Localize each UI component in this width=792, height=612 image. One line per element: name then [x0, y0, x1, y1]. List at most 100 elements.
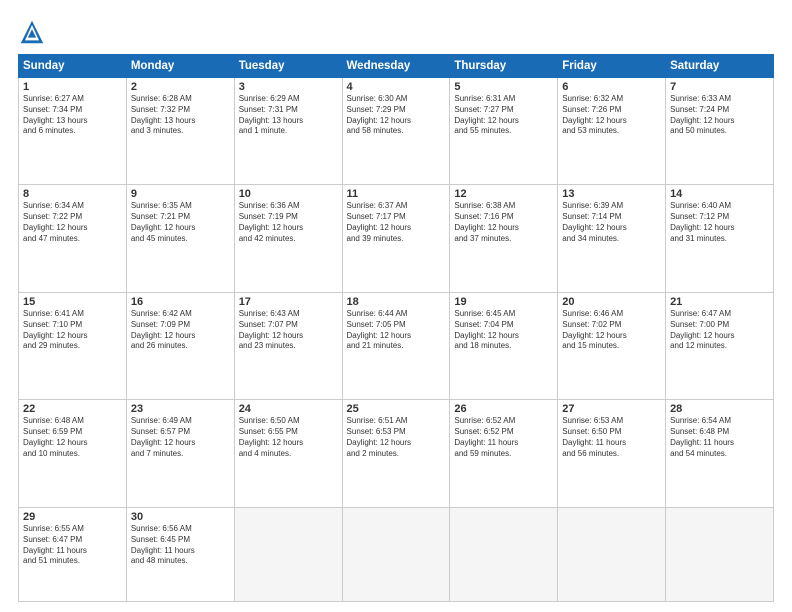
day-info: Sunrise: 6:51 AM Sunset: 6:53 PM Dayligh…: [347, 416, 446, 459]
day-number: 26: [454, 403, 553, 415]
day-header-tuesday: Tuesday: [234, 55, 342, 78]
day-info: Sunrise: 6:41 AM Sunset: 7:10 PM Dayligh…: [23, 309, 122, 352]
day-number: 17: [239, 296, 338, 308]
day-number: 6: [562, 81, 661, 93]
day-info: Sunrise: 6:37 AM Sunset: 7:17 PM Dayligh…: [347, 201, 446, 244]
calendar-week-2: 8Sunrise: 6:34 AM Sunset: 7:22 PM Daylig…: [19, 185, 774, 292]
calendar-cell: 25Sunrise: 6:51 AM Sunset: 6:53 PM Dayli…: [342, 400, 450, 507]
calendar-cell: 3Sunrise: 6:29 AM Sunset: 7:31 PM Daylig…: [234, 78, 342, 185]
day-info: Sunrise: 6:33 AM Sunset: 7:24 PM Dayligh…: [670, 94, 769, 137]
calendar-cell: 15Sunrise: 6:41 AM Sunset: 7:10 PM Dayli…: [19, 292, 127, 399]
day-info: Sunrise: 6:46 AM Sunset: 7:02 PM Dayligh…: [562, 309, 661, 352]
calendar-cell: 23Sunrise: 6:49 AM Sunset: 6:57 PM Dayli…: [126, 400, 234, 507]
day-number: 25: [347, 403, 446, 415]
day-number: 11: [347, 188, 446, 200]
day-info: Sunrise: 6:48 AM Sunset: 6:59 PM Dayligh…: [23, 416, 122, 459]
calendar-cell: 8Sunrise: 6:34 AM Sunset: 7:22 PM Daylig…: [19, 185, 127, 292]
calendar-cell: 1Sunrise: 6:27 AM Sunset: 7:34 PM Daylig…: [19, 78, 127, 185]
day-info: Sunrise: 6:44 AM Sunset: 7:05 PM Dayligh…: [347, 309, 446, 352]
day-info: Sunrise: 6:39 AM Sunset: 7:14 PM Dayligh…: [562, 201, 661, 244]
day-info: Sunrise: 6:42 AM Sunset: 7:09 PM Dayligh…: [131, 309, 230, 352]
day-info: Sunrise: 6:55 AM Sunset: 6:47 PM Dayligh…: [23, 524, 122, 567]
day-info: Sunrise: 6:30 AM Sunset: 7:29 PM Dayligh…: [347, 94, 446, 137]
day-number: 16: [131, 296, 230, 308]
header: [18, 18, 774, 46]
day-info: Sunrise: 6:50 AM Sunset: 6:55 PM Dayligh…: [239, 416, 338, 459]
calendar-cell: 14Sunrise: 6:40 AM Sunset: 7:12 PM Dayli…: [666, 185, 774, 292]
day-number: 4: [347, 81, 446, 93]
day-header-wednesday: Wednesday: [342, 55, 450, 78]
calendar-cell: 16Sunrise: 6:42 AM Sunset: 7:09 PM Dayli…: [126, 292, 234, 399]
day-header-monday: Monday: [126, 55, 234, 78]
calendar-cell: 30Sunrise: 6:56 AM Sunset: 6:45 PM Dayli…: [126, 507, 234, 601]
day-info: Sunrise: 6:28 AM Sunset: 7:32 PM Dayligh…: [131, 94, 230, 137]
day-info: Sunrise: 6:31 AM Sunset: 7:27 PM Dayligh…: [454, 94, 553, 137]
day-info: Sunrise: 6:43 AM Sunset: 7:07 PM Dayligh…: [239, 309, 338, 352]
day-number: 15: [23, 296, 122, 308]
day-info: Sunrise: 6:47 AM Sunset: 7:00 PM Dayligh…: [670, 309, 769, 352]
day-number: 10: [239, 188, 338, 200]
day-header-friday: Friday: [558, 55, 666, 78]
day-number: 1: [23, 81, 122, 93]
calendar-cell: 10Sunrise: 6:36 AM Sunset: 7:19 PM Dayli…: [234, 185, 342, 292]
day-number: 7: [670, 81, 769, 93]
day-info: Sunrise: 6:45 AM Sunset: 7:04 PM Dayligh…: [454, 309, 553, 352]
calendar-week-1: 1Sunrise: 6:27 AM Sunset: 7:34 PM Daylig…: [19, 78, 774, 185]
day-header-thursday: Thursday: [450, 55, 558, 78]
calendar-cell: 26Sunrise: 6:52 AM Sunset: 6:52 PM Dayli…: [450, 400, 558, 507]
calendar-week-5: 29Sunrise: 6:55 AM Sunset: 6:47 PM Dayli…: [19, 507, 774, 601]
day-number: 20: [562, 296, 661, 308]
day-info: Sunrise: 6:54 AM Sunset: 6:48 PM Dayligh…: [670, 416, 769, 459]
calendar-cell: 2Sunrise: 6:28 AM Sunset: 7:32 PM Daylig…: [126, 78, 234, 185]
calendar-cell: [342, 507, 450, 601]
day-number: 30: [131, 511, 230, 523]
calendar-cell: [558, 507, 666, 601]
day-number: 3: [239, 81, 338, 93]
day-info: Sunrise: 6:32 AM Sunset: 7:26 PM Dayligh…: [562, 94, 661, 137]
day-info: Sunrise: 6:35 AM Sunset: 7:21 PM Dayligh…: [131, 201, 230, 244]
calendar-cell: 29Sunrise: 6:55 AM Sunset: 6:47 PM Dayli…: [19, 507, 127, 601]
calendar-cell: 28Sunrise: 6:54 AM Sunset: 6:48 PM Dayli…: [666, 400, 774, 507]
calendar-table: SundayMondayTuesdayWednesdayThursdayFrid…: [18, 54, 774, 602]
day-info: Sunrise: 6:34 AM Sunset: 7:22 PM Dayligh…: [23, 201, 122, 244]
day-info: Sunrise: 6:49 AM Sunset: 6:57 PM Dayligh…: [131, 416, 230, 459]
day-number: 14: [670, 188, 769, 200]
calendar-cell: 12Sunrise: 6:38 AM Sunset: 7:16 PM Dayli…: [450, 185, 558, 292]
day-header-sunday: Sunday: [19, 55, 127, 78]
calendar-cell: 27Sunrise: 6:53 AM Sunset: 6:50 PM Dayli…: [558, 400, 666, 507]
calendar-cell: 7Sunrise: 6:33 AM Sunset: 7:24 PM Daylig…: [666, 78, 774, 185]
day-info: Sunrise: 6:36 AM Sunset: 7:19 PM Dayligh…: [239, 201, 338, 244]
day-number: 19: [454, 296, 553, 308]
day-number: 21: [670, 296, 769, 308]
calendar-cell: 19Sunrise: 6:45 AM Sunset: 7:04 PM Dayli…: [450, 292, 558, 399]
calendar-cell: 20Sunrise: 6:46 AM Sunset: 7:02 PM Dayli…: [558, 292, 666, 399]
day-info: Sunrise: 6:52 AM Sunset: 6:52 PM Dayligh…: [454, 416, 553, 459]
day-info: Sunrise: 6:56 AM Sunset: 6:45 PM Dayligh…: [131, 524, 230, 567]
day-number: 23: [131, 403, 230, 415]
day-number: 9: [131, 188, 230, 200]
calendar-cell: [450, 507, 558, 601]
page: SundayMondayTuesdayWednesdayThursdayFrid…: [0, 0, 792, 612]
calendar-cell: 13Sunrise: 6:39 AM Sunset: 7:14 PM Dayli…: [558, 185, 666, 292]
calendar-cell: 6Sunrise: 6:32 AM Sunset: 7:26 PM Daylig…: [558, 78, 666, 185]
calendar-cell: 4Sunrise: 6:30 AM Sunset: 7:29 PM Daylig…: [342, 78, 450, 185]
day-info: Sunrise: 6:53 AM Sunset: 6:50 PM Dayligh…: [562, 416, 661, 459]
calendar-cell: 17Sunrise: 6:43 AM Sunset: 7:07 PM Dayli…: [234, 292, 342, 399]
calendar-cell: 21Sunrise: 6:47 AM Sunset: 7:00 PM Dayli…: [666, 292, 774, 399]
day-header-saturday: Saturday: [666, 55, 774, 78]
calendar-cell: 11Sunrise: 6:37 AM Sunset: 7:17 PM Dayli…: [342, 185, 450, 292]
calendar-cell: [234, 507, 342, 601]
day-number: 29: [23, 511, 122, 523]
day-info: Sunrise: 6:29 AM Sunset: 7:31 PM Dayligh…: [239, 94, 338, 137]
day-number: 2: [131, 81, 230, 93]
calendar-body: 1Sunrise: 6:27 AM Sunset: 7:34 PM Daylig…: [19, 78, 774, 602]
day-number: 13: [562, 188, 661, 200]
day-number: 12: [454, 188, 553, 200]
day-info: Sunrise: 6:27 AM Sunset: 7:34 PM Dayligh…: [23, 94, 122, 137]
calendar-week-3: 15Sunrise: 6:41 AM Sunset: 7:10 PM Dayli…: [19, 292, 774, 399]
day-info: Sunrise: 6:38 AM Sunset: 7:16 PM Dayligh…: [454, 201, 553, 244]
calendar-cell: [666, 507, 774, 601]
day-number: 24: [239, 403, 338, 415]
day-number: 27: [562, 403, 661, 415]
calendar-cell: 18Sunrise: 6:44 AM Sunset: 7:05 PM Dayli…: [342, 292, 450, 399]
